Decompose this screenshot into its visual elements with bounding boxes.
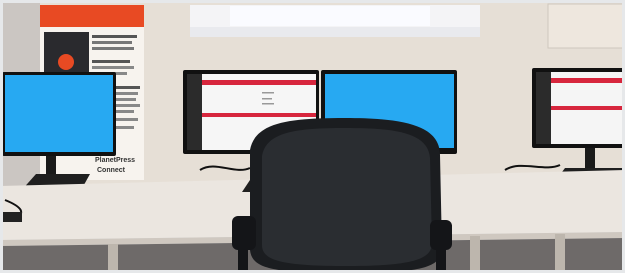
monitor-center-left-line: [262, 98, 272, 100]
banner-header: [40, 5, 144, 27]
banner-logo-icon: [58, 54, 74, 70]
chair-arm-post-left: [238, 248, 248, 273]
chair-armrest-left: [232, 216, 256, 250]
banner-text-line: [92, 60, 130, 63]
monitor-center-left-header: [202, 80, 316, 85]
photo-frame: PlanetPress Connect: [0, 0, 625, 273]
banner-text-line: [92, 41, 132, 44]
monitor-center-left-line: [262, 103, 274, 105]
monitor-right-header: [551, 78, 625, 83]
desk-leg: [470, 236, 480, 273]
banner-text-line: [92, 66, 134, 69]
monitor-center-left-bar: [202, 113, 316, 117]
office-scene: PlanetPress Connect: [0, 0, 625, 273]
wall-panel: [547, 3, 625, 49]
power-adapter: [2, 212, 22, 222]
monitor-right-bar: [551, 106, 625, 110]
desk-leg: [555, 234, 565, 273]
banner-heading: PlanetPress: [95, 157, 135, 164]
desk-leg: [108, 244, 118, 273]
monitor-center-left-sidebar: [187, 74, 202, 150]
banner-text-line: [112, 104, 140, 107]
chair-arm-post-right: [436, 248, 446, 273]
banner-text-line: [112, 86, 140, 89]
banner-text-line: [92, 47, 134, 50]
banner-subheading: Connect: [97, 167, 126, 174]
banner-text-line: [92, 35, 137, 38]
chair-mesh: [262, 128, 432, 266]
chair-armrest-right: [430, 220, 452, 250]
monitor-right-sidebar: [536, 72, 551, 144]
projected-image-bar: [230, 6, 430, 26]
monitor-center-left-line: [262, 92, 274, 94]
monitor-left-screen: [5, 75, 113, 152]
monitor-right-stand: [585, 148, 595, 170]
projected-image-taskbar: [190, 27, 480, 37]
